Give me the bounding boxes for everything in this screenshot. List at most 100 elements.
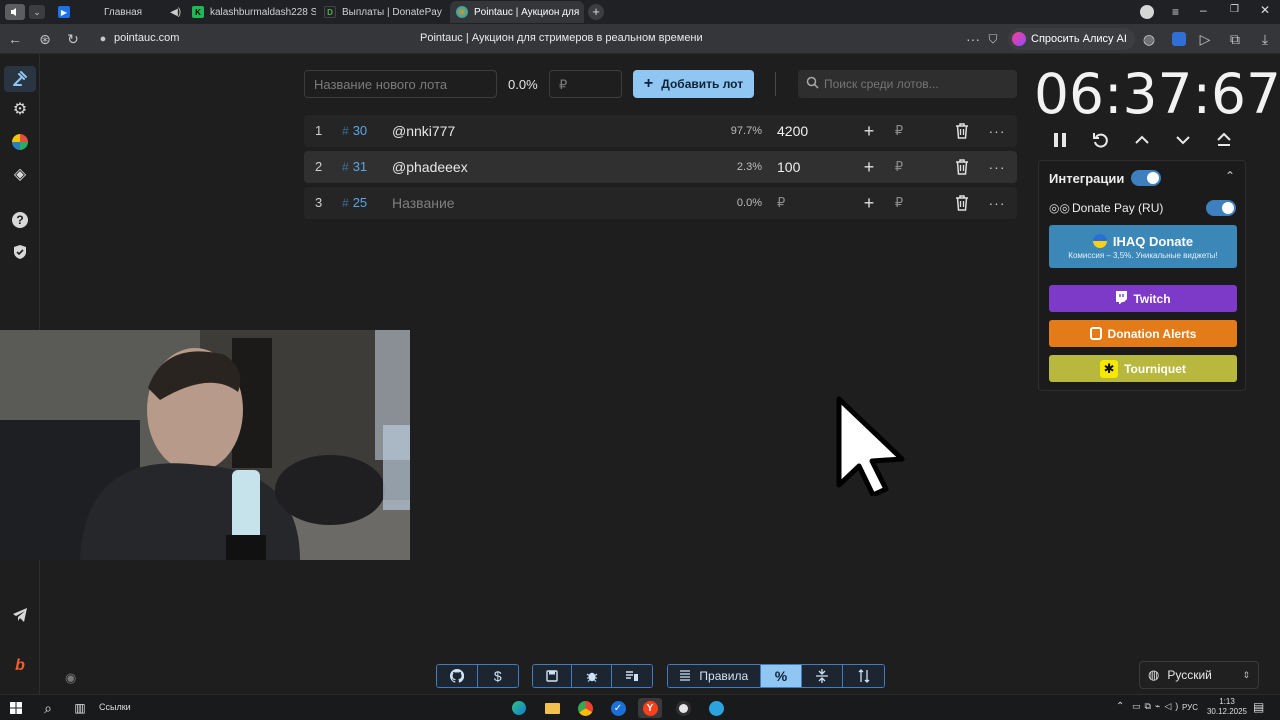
links-toolbar-label[interactable]: Ссылки (99, 702, 131, 712)
trash-icon[interactable] (955, 115, 973, 147)
add-amount-button[interactable]: + (859, 187, 879, 219)
edge-icon[interactable] (509, 698, 529, 718)
search-box[interactable] (798, 70, 1017, 98)
add-lot-button[interactable]: + Добавить лот (633, 70, 754, 98)
new-lot-amount-input[interactable] (549, 70, 622, 98)
boosty-icon[interactable]: b (8, 654, 32, 678)
chevron-up-icon[interactable] (1130, 129, 1154, 151)
trash-icon[interactable] (955, 187, 973, 219)
telegram-icon[interactable] (8, 603, 32, 627)
add-amount-button[interactable]: + (859, 115, 879, 147)
new-tab-icon[interactable]: + (588, 4, 604, 20)
shield-icon[interactable] (8, 240, 32, 264)
ihaq-donate-button[interactable]: IHAQ Donate Комиссия – 3,5%. Уникальные … (1049, 225, 1237, 268)
clear-list-icon[interactable] (611, 665, 652, 687)
eye-icon[interactable]: ◉ (65, 670, 76, 686)
sort-icon[interactable] (843, 665, 884, 687)
lot-row[interactable]: 2 #31 @phadeeex 2.3% 100 + ₽ ··· (304, 151, 1017, 183)
ruble-icon[interactable]: ₽ (891, 115, 907, 147)
minimize-icon[interactable]: – (1200, 3, 1207, 17)
task-view-icon[interactable]: ▥ (70, 698, 90, 718)
tab-mute-icon[interactable]: ◀) (170, 7, 181, 18)
extensions-puzzle-icon[interactable]: ⧉ (1226, 30, 1244, 48)
language-select[interactable]: ◍ Русский ⇕ (1139, 661, 1259, 689)
github-icon[interactable] (437, 665, 478, 687)
new-lot-name-input[interactable] (304, 70, 497, 98)
lot-amount[interactable]: 100 (777, 151, 800, 183)
help-icon[interactable]: ? (8, 208, 32, 232)
percent-toggle-button[interactable]: % (760, 665, 803, 687)
keyboard-language[interactable]: РУС (1182, 703, 1198, 712)
integrations-toggle[interactable] (1131, 170, 1161, 186)
lot-name[interactable]: Название (392, 187, 455, 219)
collapse-chevron-icon[interactable]: ⌃ (1225, 169, 1235, 183)
lot-row[interactable]: 3 #25 Название 0.0% ₽ + ₽ ··· (304, 187, 1017, 219)
ruble-icon[interactable]: ₽ (891, 187, 907, 219)
layers-icon[interactable]: ◈ (8, 162, 32, 186)
tab-kick[interactable]: K kalashburmaldash228 Stre (186, 1, 316, 23)
app-check-icon[interactable]: ✓ (608, 698, 628, 718)
trash-icon[interactable] (955, 151, 973, 183)
downloads-icon[interactable]: ⤓ (1256, 30, 1274, 48)
clock-date[interactable]: 30.12.2025 (1204, 707, 1250, 716)
explorer-folder-icon[interactable] (542, 698, 562, 718)
protect-icon[interactable]: ⊛ (36, 30, 54, 48)
menu-icon[interactable]: ≡ (1172, 5, 1179, 19)
restart-icon[interactable] (1089, 129, 1113, 151)
globe-icon[interactable]: ◍ (1140, 30, 1158, 48)
bug-icon[interactable] (572, 665, 612, 687)
lot-name[interactable]: @nnki777 (392, 115, 455, 147)
search-icon[interactable]: ⌕ (38, 698, 58, 718)
close-window-icon[interactable]: ✕ (1260, 3, 1270, 17)
more-options-icon[interactable]: ··· (988, 115, 1006, 147)
donation-alerts-button[interactable]: Donation Alerts (1049, 320, 1237, 347)
more-options-icon[interactable]: ··· (988, 151, 1006, 183)
obs-icon[interactable] (673, 698, 693, 718)
ruble-icon[interactable]: ₽ (891, 151, 907, 183)
wheel-icon[interactable] (8, 130, 32, 154)
settings-gear-icon[interactable]: ⚙ (8, 97, 32, 121)
lot-row[interactable]: 1 #30 @nnki777 97.7% 4200 + ₽ ··· (304, 115, 1017, 147)
twitch-button[interactable]: Twitch (1049, 285, 1237, 312)
url-text[interactable]: pointauc.com (114, 32, 179, 44)
more-options-icon[interactable]: ··· (988, 187, 1006, 219)
rules-button[interactable]: Правила (668, 665, 761, 687)
chevron-down-icon[interactable] (1171, 129, 1195, 151)
search-input[interactable] (824, 70, 1012, 98)
extension-icon[interactable] (1170, 30, 1188, 48)
tourniquet-button[interactable]: ✱ Tourniquet (1049, 355, 1237, 382)
lot-amount[interactable]: ₽ (777, 187, 785, 219)
tray-icons[interactable]: ▭⧉⌁◁) (1132, 701, 1182, 712)
save-icon[interactable] (533, 665, 573, 687)
site-info-icon[interactable]: ● (94, 30, 112, 48)
lot-id[interactable]: #31 (342, 151, 367, 183)
lot-name[interactable]: @phadeeex (392, 151, 468, 183)
clock-time[interactable]: 1:13 (1207, 697, 1247, 706)
restore-icon[interactable]: ❐ (1230, 4, 1239, 15)
browser-sound-icon[interactable] (5, 4, 25, 20)
tab-pointauc[interactable]: Pointauc | Аукцион для ✕ (450, 1, 584, 23)
chevron-up-double-icon[interactable] (1212, 129, 1236, 151)
lot-id[interactable]: #25 (342, 187, 367, 219)
pause-icon[interactable] (1048, 129, 1072, 151)
compress-icon[interactable] (802, 665, 844, 687)
reload-icon[interactable]: ↻ (64, 30, 82, 48)
back-arrow-icon[interactable]: ← (6, 30, 24, 48)
windows-start-icon[interactable] (6, 698, 26, 718)
chrome-icon[interactable] (575, 698, 595, 718)
lot-amount[interactable]: 4200 (777, 115, 808, 147)
tab-donatepay[interactable]: D Выплаты | DonatePay (318, 1, 448, 23)
media-icon[interactable]: ▷ (1196, 30, 1214, 48)
more-dots-icon[interactable]: ··· (964, 30, 982, 48)
add-amount-button[interactable]: + (859, 151, 879, 183)
tray-chevron-icon[interactable]: ⌃ (1116, 701, 1124, 712)
tab-youtube[interactable]: ▶ Главная ◀) ✕ (52, 1, 184, 23)
donate-dollar-icon[interactable]: $ (477, 665, 518, 687)
lot-id[interactable]: #30 (342, 115, 367, 147)
auction-hammer-icon[interactable] (4, 66, 36, 92)
telegram-taskbar-icon[interactable] (706, 698, 726, 718)
ask-alice-button[interactable]: Спросить Алису AI (1008, 28, 1135, 50)
yandex-browser-icon[interactable]: Y (638, 698, 662, 718)
donatepay-toggle[interactable] (1206, 200, 1236, 216)
tab-menu-chevron-icon[interactable]: ⌄ (29, 5, 45, 19)
